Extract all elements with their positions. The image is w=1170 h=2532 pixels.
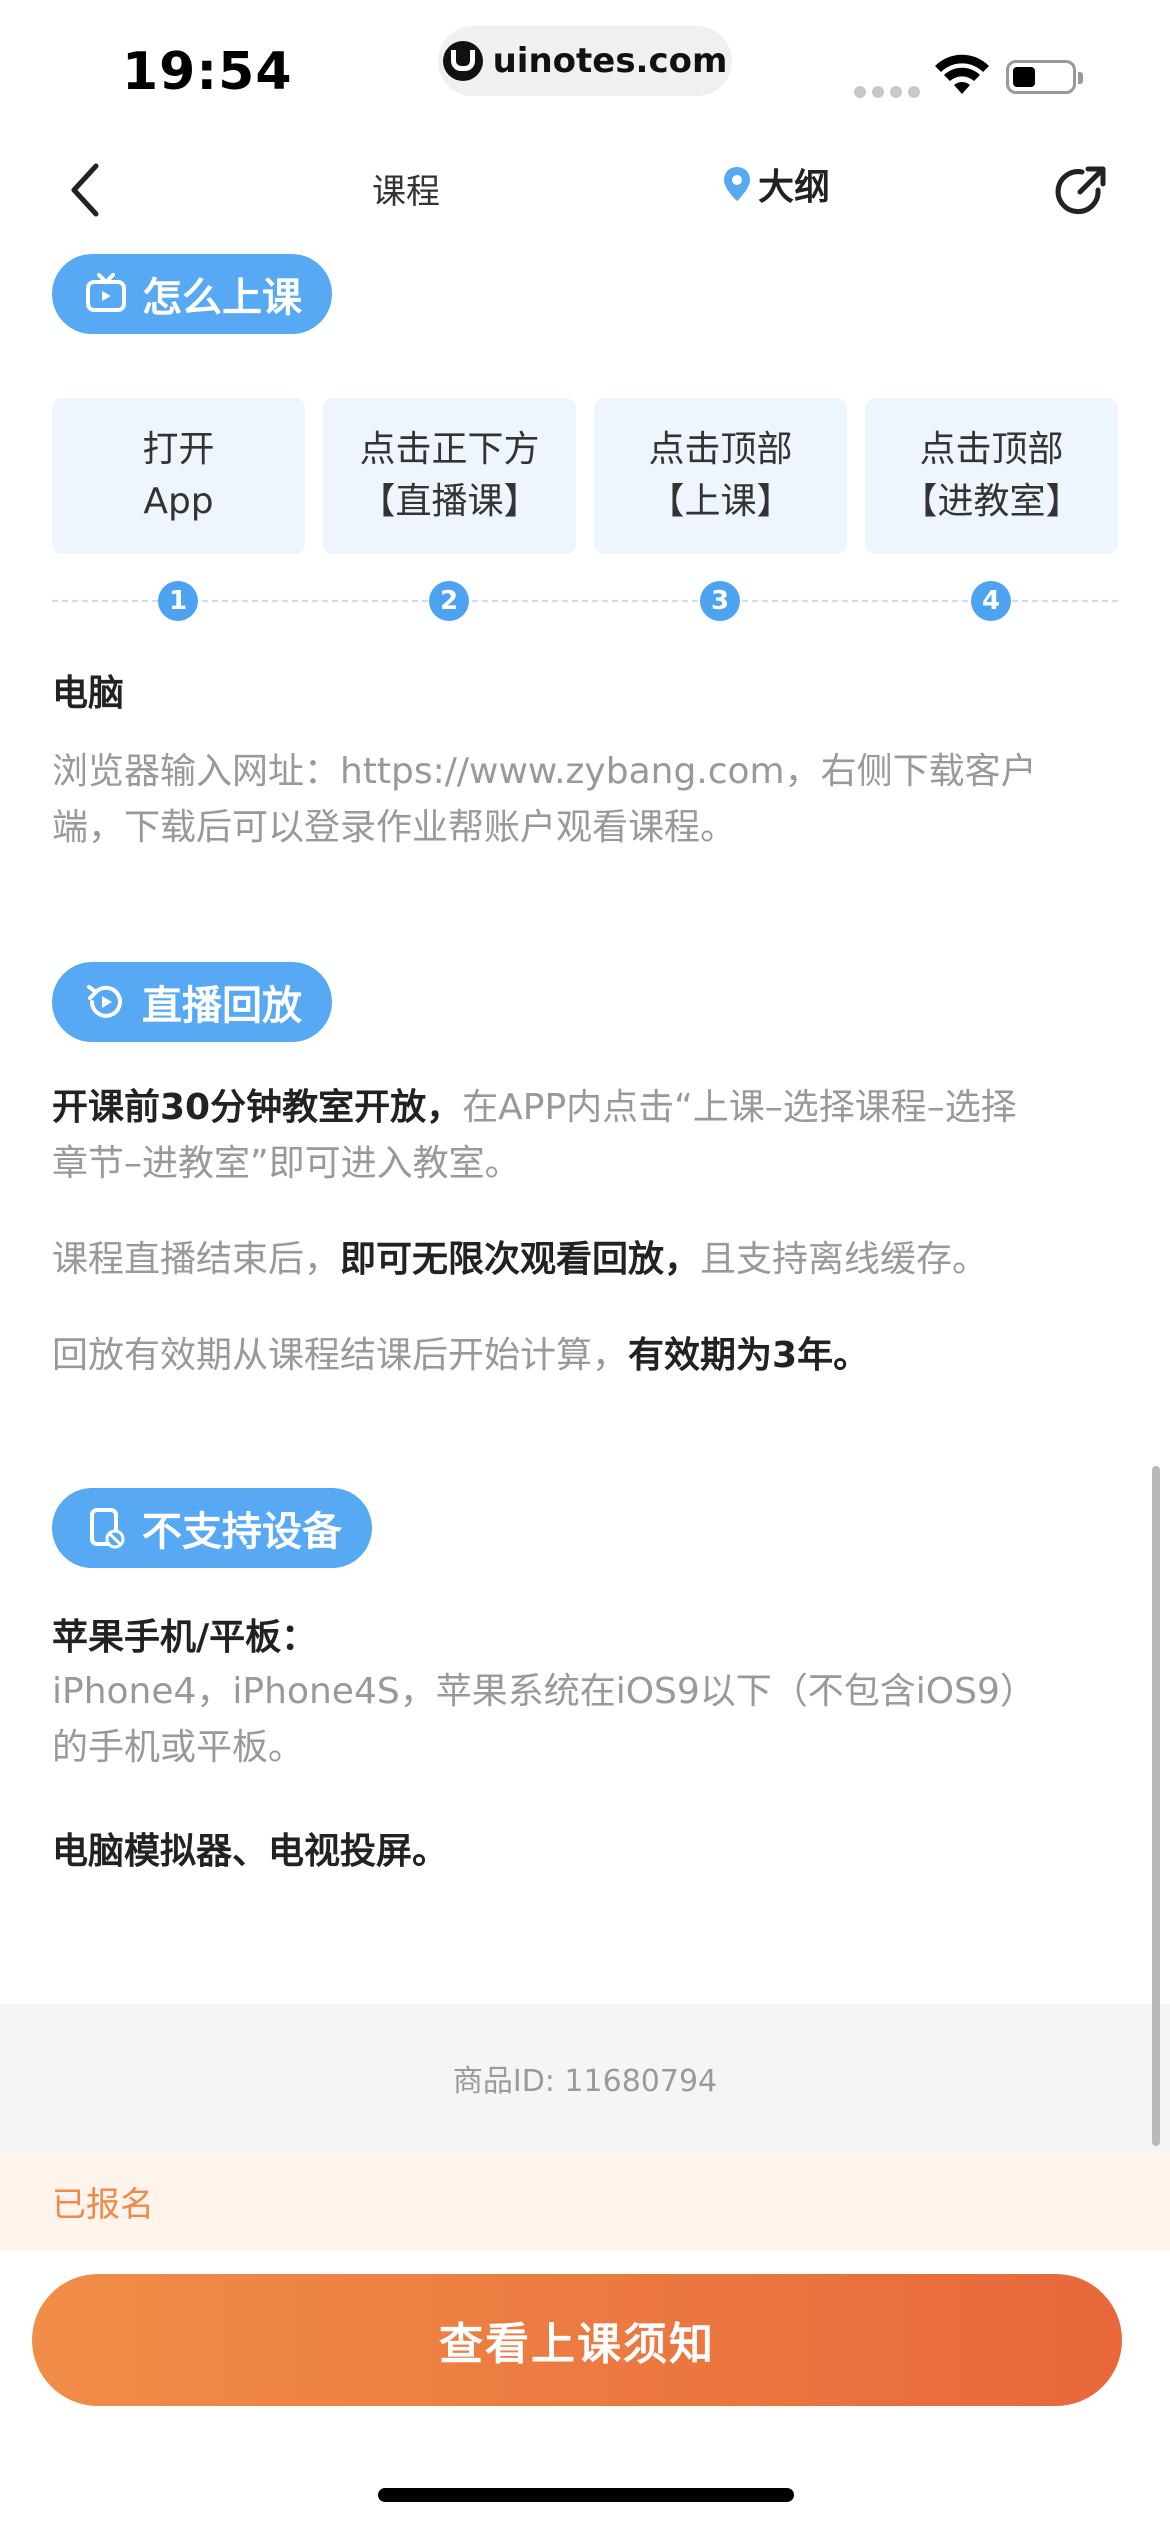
step-line2: 【上课】 <box>648 481 793 522</box>
step-line2: 【进教室】 <box>901 481 1082 522</box>
step-number-badge: 3 <box>700 581 740 621</box>
tab-outline-label: 大纲 <box>758 167 831 208</box>
replay-open-rest: 在APP内点击“上课–选择课程–选择 <box>462 1087 1017 1128</box>
pc-text-line2: 端，下载后可以登录作业帮账户观看课程。 <box>52 807 737 848</box>
device-unsupported-icon <box>90 1508 125 1549</box>
status-bar: 19:54 uinotes.com <box>0 0 1170 140</box>
step-card: 点击顶部 【进教室】 <box>865 398 1118 554</box>
replay-open-info: 开课前30分钟教室开放，在APP内点击“上课–选择课程–选择 章节–进教室”即可… <box>52 1080 1118 1192</box>
replay-p2-bold: 即可无限次观看回放， <box>340 1239 701 1280</box>
url-pill[interactable]: uinotes.com <box>438 26 732 96</box>
replay-p2-pre: 课程直播结束后， <box>52 1239 341 1280</box>
tv-icon <box>86 273 126 312</box>
url-text: uinotes.com <box>492 41 728 81</box>
status-time: 19:54 <box>122 42 293 102</box>
wifi-icon <box>935 54 989 94</box>
section-tag-replay: 直播回放 <box>52 962 332 1042</box>
step-line1: 点击正下方 <box>359 429 540 470</box>
enrolled-bar: 已报名 <box>0 2152 1170 2250</box>
section-tag-label: 怎么上课 <box>142 275 302 321</box>
view-notice-button[interactable]: 查看上课须知 <box>32 2274 1122 2406</box>
step-number-badge: 2 <box>429 581 469 621</box>
apple-line2: 的手机或平板。 <box>52 1727 305 1768</box>
tab-outline[interactable]: 大纲 <box>722 158 830 210</box>
pc-instructions: 浏览器输入网址：https://www.zybang.com，右侧下载客户 端，… <box>52 744 1118 856</box>
share-icon[interactable] <box>1050 162 1110 222</box>
section-tag-how-to: 怎么上课 <box>52 254 332 334</box>
cellular-signal-icon <box>854 86 920 98</box>
step-line2: App <box>143 481 214 522</box>
step-card: 打开 App <box>52 398 305 554</box>
replay-p3-bold: 有效期为3年。 <box>628 1335 870 1376</box>
tab-course[interactable]: 课程 <box>372 164 440 213</box>
battery-icon <box>1006 60 1083 94</box>
step-line1: 打开 <box>142 429 215 470</box>
home-indicator[interactable] <box>378 2488 794 2502</box>
replay-open-line2: 章节–进教室”即可进入教室。 <box>52 1143 521 1184</box>
replay-icon <box>87 985 122 1018</box>
step-line1: 点击顶部 <box>919 429 1064 470</box>
timeline-dashed-line <box>52 600 1118 602</box>
step-card: 点击顶部 【上课】 <box>594 398 847 554</box>
apple-line1: iPhone4，iPhone4S，苹果系统在iOS9以下（不包含iOS9） <box>52 1671 1036 1712</box>
pc-title: 电脑 <box>52 673 125 714</box>
goods-id-bar: 商品ID: 11680794 <box>0 2004 1170 2152</box>
replay-p2-post: 且支持离线缓存。 <box>700 1239 989 1280</box>
replay-open-bold: 开课前30分钟教室开放， <box>52 1087 463 1128</box>
step-number-badge: 1 <box>158 581 198 621</box>
step-timeline: 1 2 3 4 <box>52 581 1118 621</box>
step-line2: 【直播课】 <box>359 481 540 522</box>
section-tag-unsupported: 不支持设备 <box>52 1488 372 1568</box>
step-number-badge: 4 <box>971 581 1011 621</box>
replay-unlimited-info: 课程直播结束后，即可无限次观看回放，且支持离线缓存。 <box>52 1232 1118 1288</box>
apple-devices-info: iPhone4，iPhone4S，苹果系统在iOS9以下（不包含iOS9） 的手… <box>52 1664 1118 1776</box>
step-line1: 点击顶部 <box>648 429 793 470</box>
section-tag-label: 不支持设备 <box>142 1509 342 1555</box>
replay-p3-pre: 回放有效期从课程结课后开始计算， <box>52 1335 629 1376</box>
step-card: 点击正下方 【直播课】 <box>323 398 576 554</box>
pc-text-line1: 浏览器输入网址：https://www.zybang.com，右侧下载客户 <box>52 751 1037 792</box>
enrolled-status: 已报名 <box>52 2184 154 2225</box>
back-icon[interactable] <box>60 160 120 220</box>
nav-bar: 课程 大纲 <box>0 150 1170 230</box>
scrollbar[interactable] <box>1152 1466 1160 2146</box>
site-logo-icon <box>442 41 483 81</box>
goods-id: 商品ID: 11680794 <box>452 2064 718 2099</box>
location-pin-icon <box>724 167 750 201</box>
apple-devices-title: 苹果手机/平板： <box>52 1617 318 1658</box>
steps-row: 打开 App 点击正下方 【直播课】 点击顶部 【上课】 点击顶部 【进教室】 <box>52 398 1118 554</box>
section-tag-label: 直播回放 <box>142 983 302 1029</box>
replay-validity-info: 回放有效期从课程结课后开始计算，有效期为3年。 <box>52 1328 1118 1384</box>
other-unsupported: 电脑模拟器、电视投屏。 <box>52 1831 449 1872</box>
